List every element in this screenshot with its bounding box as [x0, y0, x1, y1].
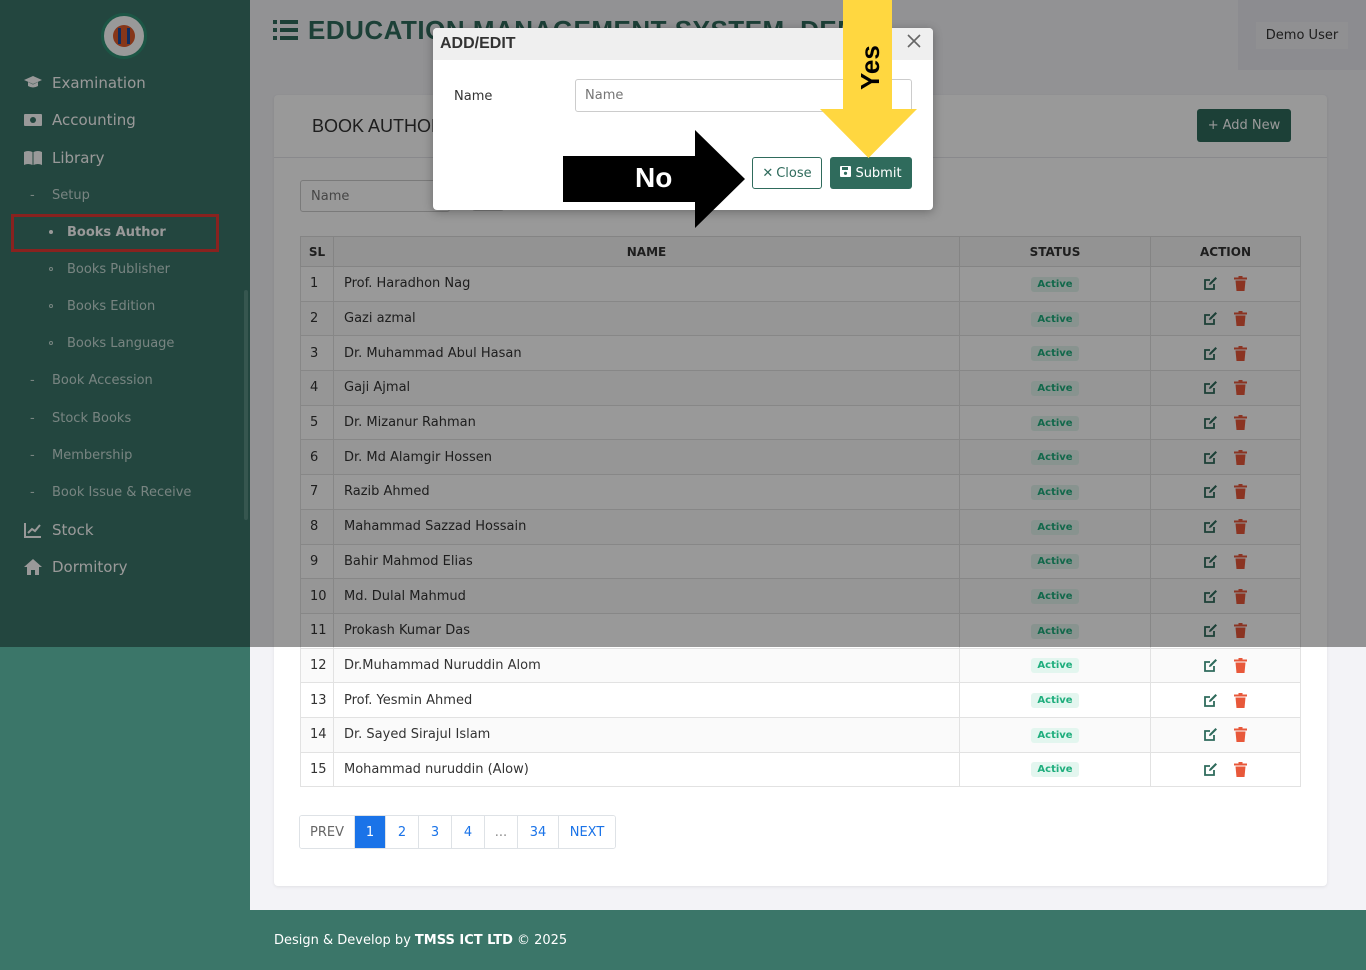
table-row: 12 Dr.Muhammad Nuruddin Alom Active: [300, 647, 1301, 684]
page-button-4[interactable]: 4: [452, 816, 485, 848]
trash-icon[interactable]: [1232, 760, 1250, 778]
footer-prefix: Design & Develop by: [274, 932, 411, 948]
edit-icon[interactable]: [1202, 691, 1220, 709]
footer-suffix: © 2025: [516, 932, 568, 948]
next-button[interactable]: NEXT: [559, 816, 615, 848]
table-row: 13 Prof. Yesmin Ahmed Active: [300, 682, 1301, 718]
edit-icon[interactable]: [1202, 760, 1220, 778]
trash-icon[interactable]: [1232, 691, 1250, 709]
annotation-yes: Yes: [855, 45, 885, 90]
status-badge: Active: [1031, 762, 1079, 778]
status-badge: Active: [1031, 727, 1079, 743]
edit-icon[interactable]: [1202, 656, 1220, 674]
page-button-2[interactable]: 2: [386, 816, 419, 848]
save-icon: [840, 165, 852, 181]
close-button-label: Close: [776, 165, 812, 181]
edit-icon[interactable]: [1202, 726, 1220, 744]
footer-company: TMSS ICT LTD: [414, 932, 513, 948]
footer: Design & Develop by TMSS ICT LTD © 2025: [250, 910, 1366, 970]
cell-action: [1150, 647, 1301, 684]
cell-name: Prof. Yesmin Ahmed: [333, 682, 960, 718]
cell-status: Active: [959, 716, 1151, 753]
cell-action: [1150, 716, 1301, 753]
trash-icon[interactable]: [1232, 656, 1250, 674]
cell-action: [1150, 682, 1301, 718]
cell-name: Dr.Muhammad Nuruddin Alom: [333, 647, 960, 684]
submit-button-label: Submit: [855, 165, 902, 181]
table-row: 15 Mohammad nuruddin (Alow) Active: [300, 751, 1301, 788]
page-button-1[interactable]: 1: [355, 816, 386, 848]
cell-sl: 12: [300, 647, 334, 684]
close-button[interactable]: ✕ Close: [752, 157, 822, 189]
x-icon: ✕: [762, 165, 774, 181]
name-label: Name: [454, 89, 493, 104]
cell-status: Active: [959, 647, 1151, 684]
cell-name: Mohammad nuruddin (Alow): [333, 751, 960, 788]
page-button-3[interactable]: 3: [419, 816, 452, 848]
submit-button[interactable]: Submit: [830, 157, 912, 189]
annotation-no: No: [635, 162, 673, 193]
status-badge: Active: [1031, 658, 1079, 674]
table-row: 14 Dr. Sayed Sirajul Islam Active: [300, 716, 1301, 753]
cell-sl: 15: [300, 751, 334, 788]
cell-name: Dr. Sayed Sirajul Islam: [333, 716, 960, 753]
cell-action: [1150, 751, 1301, 788]
cell-sl: 14: [300, 716, 334, 753]
trash-icon[interactable]: [1232, 726, 1250, 744]
cell-status: Active: [959, 682, 1151, 718]
page-button-34[interactable]: 34: [518, 816, 559, 848]
cell-sl: 13: [300, 682, 334, 718]
page-ellipsis: ...: [485, 816, 518, 848]
status-badge: Active: [1031, 693, 1079, 709]
prev-button[interactable]: PREV: [300, 816, 355, 848]
cell-status: Active: [959, 751, 1151, 788]
pagination: PREV 1 2 3 4 ... 34 NEXT: [299, 815, 616, 849]
